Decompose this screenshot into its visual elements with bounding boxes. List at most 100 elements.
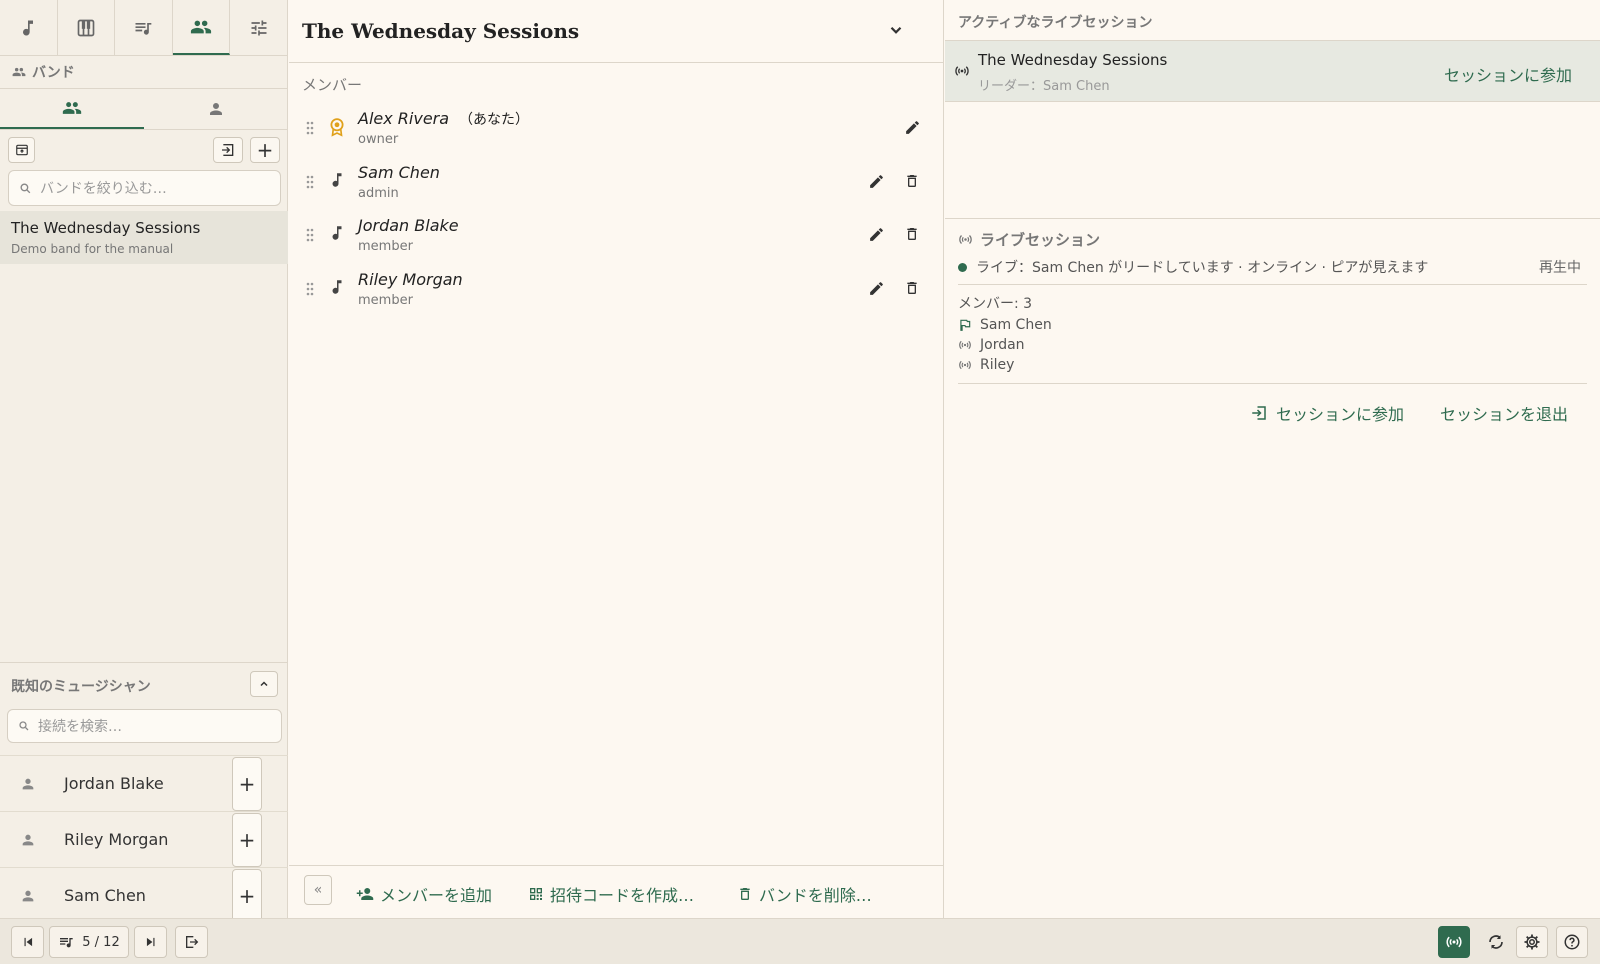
person-icon [22, 890, 34, 901]
remove-member-button[interactable] [904, 280, 920, 296]
broadcast-icon [1446, 936, 1462, 948]
join-session-button[interactable]: セッションに参加 [1250, 401, 1404, 425]
drag-handle[interactable] [306, 282, 314, 296]
member-name: Sam Chen [358, 163, 440, 182]
previous-button[interactable] [11, 926, 44, 958]
login-icon [1252, 406, 1266, 420]
top-nav [0, 0, 288, 56]
member-role-icon [328, 224, 346, 242]
session-member-name: Sam Chen [980, 317, 1052, 333]
member-role: member [358, 239, 413, 254]
band-header-title: The Wednesday Sessions [302, 19, 580, 43]
broadcast-icon [959, 235, 972, 244]
queue-music-icon [60, 938, 73, 948]
musician-list: Jordan Blake + Riley Morgan + Sam Chen + [0, 755, 288, 919]
exit-button[interactable] [175, 926, 208, 958]
leave-session-button[interactable]: セッションを退出 [1440, 401, 1568, 425]
nav-tab-setlists[interactable] [115, 0, 173, 55]
delete-band-button[interactable]: バンドを削除… [737, 882, 872, 906]
active-session-row[interactable]: The Wednesday Sessions リーダー：Sam Chen セッシ… [945, 40, 1600, 102]
people-icon [12, 67, 26, 77]
member-role: member [358, 292, 413, 308]
music-note-icon [332, 226, 342, 240]
tab-profile[interactable] [144, 89, 288, 129]
member-name-text: Riley Morgan [358, 269, 463, 289]
remove-member-button[interactable] [904, 226, 920, 242]
add-musician-button[interactable]: + [232, 869, 262, 919]
archive-button[interactable] [8, 137, 35, 163]
edit-member-button[interactable] [868, 226, 885, 243]
live-status-dot [958, 262, 967, 272]
member-name-text: Jordan Blake [358, 216, 459, 235]
session-name: The Wednesday Sessions [978, 51, 1168, 69]
member-name: Riley Morgan [358, 270, 463, 289]
member-role: owner [358, 132, 399, 147]
edit-icon [870, 174, 883, 188]
section-title: バンド [32, 65, 75, 81]
connection-search-input[interactable]: 接続を検索… [7, 709, 282, 743]
import-button[interactable] [213, 137, 243, 163]
tab-bands[interactable] [0, 89, 144, 129]
join-session-link[interactable]: セッションに参加 [1444, 62, 1572, 86]
next-button[interactable] [134, 926, 167, 958]
live-broadcast-button[interactable] [1438, 926, 1470, 958]
nav-tab-bands[interactable] [172, 0, 231, 55]
edit-member-button[interactable] [904, 119, 921, 136]
settings-button[interactable] [1516, 926, 1548, 958]
nav-tab-keyboard[interactable] [58, 0, 116, 55]
add-band-button[interactable]: + [250, 137, 280, 163]
music-note-icon [23, 20, 34, 36]
drag-handle[interactable] [306, 121, 314, 135]
help-button[interactable] [1556, 926, 1588, 958]
session-member-name: Jordan [980, 337, 1025, 353]
person-add-icon [356, 888, 374, 900]
band-footer: « メンバーを追加 招待コードを作成… バンドを削除… [289, 865, 944, 918]
member-role-icon [328, 117, 346, 137]
edit-member-button[interactable] [868, 280, 885, 297]
band-menu-toggle[interactable] [887, 21, 905, 39]
live-session-title: ライブセッション [980, 231, 1101, 249]
qr-code-icon [530, 888, 542, 900]
collapse-known-button[interactable] [250, 671, 278, 697]
plus-icon: + [238, 828, 256, 852]
add-member-button[interactable]: メンバーを追加 [356, 882, 492, 906]
broadcast-icon [955, 66, 969, 76]
band-subtitle: Demo band for the manual [11, 242, 174, 256]
chevron-down-icon [890, 26, 902, 34]
drag-handle[interactable] [306, 175, 314, 189]
nav-tab-songs[interactable] [0, 0, 58, 55]
trash-icon [907, 174, 917, 187]
nav-tab-settings[interactable] [230, 0, 288, 55]
broadcast-icon [959, 360, 971, 370]
setlist-position-button[interactable]: 5 / 12 [49, 926, 129, 958]
member-role: admin [358, 185, 399, 201]
band-list-item[interactable]: The Wednesday Sessions Demo band for the… [0, 211, 288, 264]
drag-handle-icon [306, 228, 314, 242]
live-status-line: ライブ：Sam Chen がリードしています · オンライン · ピアが見えます [958, 257, 1428, 277]
member-role-icon [328, 278, 346, 296]
edit-icon [906, 121, 919, 134]
known-musicians-title: 既知のミュージシャン [11, 679, 151, 695]
plus-icon: + [238, 772, 256, 796]
archive-icon [15, 144, 28, 156]
remove-member-button[interactable] [904, 173, 920, 189]
person-icon [22, 778, 34, 789]
help-icon [1564, 934, 1580, 950]
band-detail-panel: The Wednesday Sessions メンバー Alex Rivera （… [289, 0, 944, 918]
sync-button[interactable] [1480, 926, 1512, 958]
logout-icon [185, 936, 198, 948]
invite-code-label: 招待コードを作成… [550, 886, 695, 905]
band-header: The Wednesday Sessions [289, 0, 944, 63]
add-member-label: メンバーを追加 [380, 886, 493, 905]
create-invite-code-button[interactable]: 招待コードを作成… [528, 882, 694, 906]
drag-handle[interactable] [306, 228, 314, 242]
known-musicians-section: 既知のミュージシャン 接続を検索… Jordan Blake + Riley M… [0, 662, 288, 919]
add-musician-button[interactable]: + [232, 757, 262, 811]
band-filter-input[interactable]: バンドを絞り込む… [8, 170, 281, 206]
plus-icon: + [238, 884, 256, 908]
people-icon [62, 102, 82, 114]
collapse-panel-button[interactable]: « [304, 875, 332, 905]
edit-member-button[interactable] [868, 173, 885, 190]
add-musician-button[interactable]: + [232, 813, 262, 867]
members-label: メンバー [302, 76, 363, 94]
